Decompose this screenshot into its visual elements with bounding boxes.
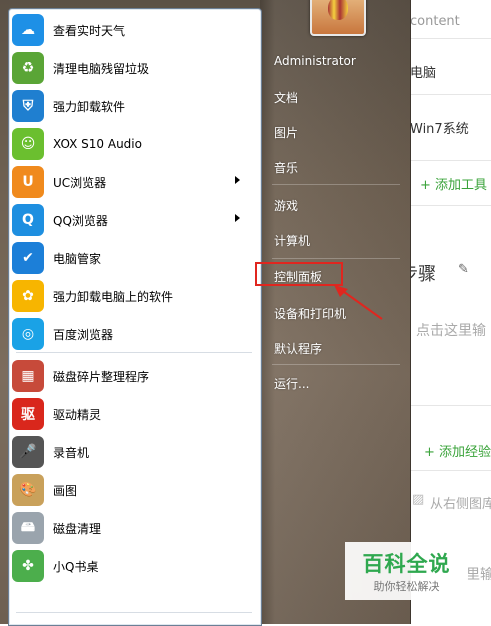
right-separator bbox=[272, 184, 400, 185]
baidu-browser-icon: ◎ bbox=[12, 318, 44, 350]
program-item-label: 磁盘碎片整理程序 bbox=[53, 369, 150, 384]
programs-separator bbox=[16, 352, 252, 353]
program-item[interactable]: ◎ 百度浏览器 bbox=[10, 316, 250, 352]
program-item-label: 强力卸载电脑上的软件 bbox=[53, 289, 174, 304]
watermark-subtitle: 助你轻松解决 bbox=[373, 580, 440, 593]
bg-bottom-input[interactable]: 里输 bbox=[466, 564, 491, 584]
program-item[interactable]: ♻ 清理电脑残留垃圾 bbox=[10, 50, 250, 86]
watermark-title: 百科全说 bbox=[362, 552, 451, 576]
paint-palette-icon: 🎨 bbox=[12, 474, 44, 506]
program-item[interactable]: 🎨 画图 bbox=[10, 472, 250, 508]
image-icon: ▨ bbox=[412, 492, 425, 507]
bg-add-experience-link[interactable]: + 添加经验 bbox=[424, 441, 491, 460]
right-item-pictures[interactable]: 图片 bbox=[274, 124, 298, 141]
program-item[interactable]: 驱驱动精灵 bbox=[10, 396, 250, 432]
program-item[interactable]: 🖴 磁盘清理 bbox=[10, 510, 250, 546]
programs-separator bbox=[16, 612, 252, 613]
program-item-label: 画图 bbox=[53, 483, 78, 498]
program-item[interactable]: U UC浏览器 bbox=[10, 164, 250, 200]
uc-browser-icon: U bbox=[12, 166, 44, 198]
right-item-documents[interactable]: 文档 bbox=[274, 89, 298, 106]
program-item-label: 清理电脑残留垃圾 bbox=[53, 61, 150, 76]
qq-browser-icon: Q bbox=[12, 204, 44, 236]
bg-row-1: 电脑 bbox=[410, 66, 437, 81]
right-item-run[interactable]: 运行... bbox=[274, 375, 309, 392]
program-item[interactable]: ✤ 小Q书桌 bbox=[10, 548, 250, 584]
program-item-label: 驱动精灵 bbox=[53, 407, 102, 422]
submenu-arrow-icon bbox=[235, 176, 240, 184]
right-separator bbox=[272, 364, 400, 365]
pc-manager-icon: ✔ bbox=[12, 242, 44, 274]
program-item[interactable]: Q QQ浏览器 bbox=[10, 202, 250, 238]
bg-click-here-input[interactable]: 点击这里输 bbox=[416, 320, 486, 340]
q-desk-icon: ✤ bbox=[12, 550, 44, 582]
microphone-icon: 🎤 bbox=[12, 436, 44, 468]
right-item-default-programs[interactable]: 默认程序 bbox=[274, 340, 322, 357]
program-item-label: 电脑管家 bbox=[53, 251, 102, 266]
right-separator bbox=[272, 258, 400, 259]
submenu-arrow-icon bbox=[235, 214, 240, 222]
pencil-icon[interactable]: ✎ bbox=[458, 262, 469, 277]
balloon-icon bbox=[328, 0, 348, 20]
defrag-icon: ▦ bbox=[12, 360, 44, 392]
uninstall-pinwheel-icon: ✿ bbox=[12, 280, 44, 312]
program-item-label: 强力卸载软件 bbox=[53, 99, 126, 114]
program-item[interactable]: ▦ 磁盘碎片整理程序 bbox=[10, 358, 250, 394]
program-item[interactable]: ☺ XOX S10 Audio bbox=[10, 126, 250, 162]
program-item[interactable]: ⛨ 强力卸载软件 bbox=[10, 88, 250, 124]
program-item[interactable]: ✿ 强力卸载电脑上的软件 bbox=[10, 278, 250, 314]
weather-icon: ☁ bbox=[12, 14, 44, 46]
program-item-label: UC浏览器 bbox=[53, 175, 107, 190]
program-item-label: XOX S10 Audio bbox=[53, 137, 142, 151]
disk-cleanup-icon: 🖴 bbox=[12, 512, 44, 544]
program-item-label: 录音机 bbox=[53, 445, 90, 460]
program-item[interactable]: 🎤 录音机 bbox=[10, 434, 250, 470]
bg-header-text: content bbox=[410, 14, 460, 29]
start-menu: ☁ 查看实时天气 ♻ 清理电脑残留垃圾 ⛨ 强力卸载软件 ☺ XOX S10 Audio U UC… bbox=[0, 0, 411, 626]
bg-from-gallery[interactable]: 从右侧图库 bbox=[430, 493, 491, 512]
red-annotation-arrow bbox=[334, 285, 383, 320]
audio-icon: ☺ bbox=[12, 128, 44, 160]
user-avatar[interactable] bbox=[310, 0, 366, 36]
right-item-administrator[interactable]: Administrator bbox=[274, 54, 356, 68]
program-item-label: 磁盘清理 bbox=[53, 521, 102, 536]
driver-genius-icon: 驱 bbox=[12, 398, 44, 430]
bg-add-tool-link[interactable]: + 添加工具 bbox=[420, 174, 487, 193]
bg-row-2: Win7系统 bbox=[410, 122, 469, 137]
program-item[interactable]: ☁ 查看实时天气 bbox=[10, 12, 250, 48]
program-item-label: QQ浏览器 bbox=[53, 213, 108, 228]
program-item-label: 查看实时天气 bbox=[53, 23, 126, 38]
program-item-label: 小Q书桌 bbox=[53, 559, 99, 574]
program-item-label: 百度浏览器 bbox=[53, 327, 114, 342]
uninstall-shield-icon: ⛨ bbox=[12, 90, 44, 122]
right-item-computer[interactable]: 计算机 bbox=[274, 232, 310, 249]
program-item[interactable]: ✔ 电脑管家 bbox=[10, 240, 250, 276]
right-item-music[interactable]: 音乐 bbox=[274, 159, 298, 176]
recycle-icon: ♻ bbox=[12, 52, 44, 84]
watermark-badge: 百科全说 助你轻松解决 bbox=[345, 542, 468, 600]
right-item-games[interactable]: 游戏 bbox=[274, 197, 298, 214]
